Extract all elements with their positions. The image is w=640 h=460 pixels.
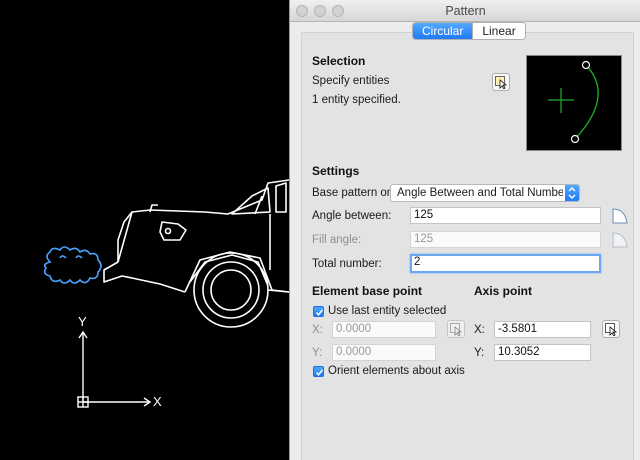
checkmark-icon [315,309,324,316]
pick-point-icon [605,323,618,336]
drawing-canvas[interactable]: Y X [0,0,289,460]
selection-heading: Selection [312,54,366,68]
preview-arc [574,64,599,140]
base-x-label: X: [312,324,323,336]
orient-elements-checkbox[interactable] [313,366,324,377]
tab-linear[interactable]: Linear [472,23,525,39]
preview-end-point [570,134,580,144]
angle-pick-icon [612,208,628,224]
select-entities-button[interactable] [492,73,510,91]
angle-between-pick-button[interactable] [611,207,629,225]
axis-point-pick-button[interactable] [602,320,620,338]
use-last-entity-label: Use last entity selected [328,305,447,317]
total-number-input[interactable]: 2 [410,254,601,273]
angle-between-label: Angle between: [312,210,392,222]
angle-between-input[interactable]: 125 [410,207,601,224]
axis-y-input[interactable]: 10.3052 [494,344,591,361]
axis-x-label: X [153,394,162,409]
settings-heading: Settings [312,164,360,178]
pattern-preview [526,55,622,151]
window-title: Pattern [445,4,486,18]
preview-graphic [548,60,599,144]
base-point-pick-button[interactable] [447,320,465,338]
car-outline[interactable] [103,179,289,328]
axis-y-label: Y: [474,347,485,359]
base-pattern-label: Base pattern on: [312,187,397,199]
base-y-label: Y: [312,347,323,359]
fill-angle-input[interactable]: 125 [410,231,601,248]
axis-x-label: X: [474,324,485,336]
selection-status: 1 entity specified. [312,94,401,106]
select-entities-icon [495,76,508,89]
total-number-label: Total number: [312,258,382,270]
exhaust-cloud-selected[interactable] [43,246,102,284]
base-y-input[interactable]: 0.0000 [332,344,436,361]
tab-circular[interactable]: Circular [413,23,473,39]
axis-x-input[interactable]: -3.5801 [494,321,591,338]
specify-entities-label: Specify entities [312,75,390,87]
axis-point-heading: Axis point [474,284,533,298]
use-last-entity-checkbox[interactable] [313,306,324,317]
pattern-panel: Pattern Selection Specify entities 1 ent… [289,0,640,460]
base-pattern-value: Angle Between and Total Number of Elemen… [397,187,563,199]
axis-y-label: Y [78,314,87,329]
fill-angle-pick-button[interactable] [611,231,629,249]
pattern-type-tabs: Circular Linear [412,22,526,40]
ucs-axis-icon [77,330,152,408]
pick-point-icon [450,323,463,336]
checkmark-icon [315,369,324,376]
title-bar[interactable]: Pattern [290,0,640,22]
angle-pick-icon [612,232,628,248]
panel-content: Selection Specify entities 1 entity spec… [301,32,634,460]
preview-start-point [581,60,591,70]
element-base-point-heading: Element base point [312,284,423,298]
chevron-updown-icon [565,185,579,201]
fill-angle-label: Fill angle: [312,234,362,246]
orient-elements-label: Orient elements about axis [328,365,465,377]
base-x-input[interactable]: 0.0000 [332,321,436,338]
base-pattern-select[interactable]: Angle Between and Total Number of Elemen… [390,184,580,202]
canvas-drawing[interactable] [0,0,289,460]
